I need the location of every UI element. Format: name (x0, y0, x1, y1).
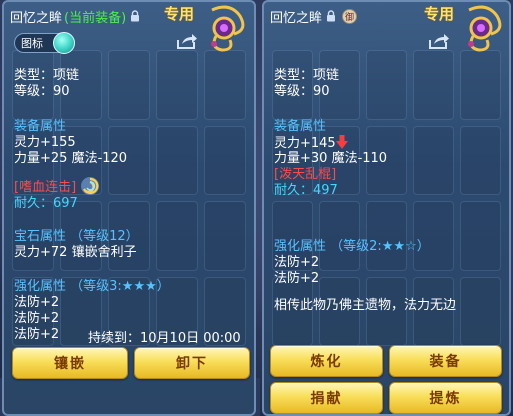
unequip-button[interactable]: 卸下 (134, 347, 250, 379)
item-level: 等级：90 (274, 84, 330, 99)
attribute-strength-magic: 力量+25 魔法-120 (14, 151, 128, 166)
description-text: 相传此物乃佛主遗物，法力无边 (274, 298, 457, 313)
enhance-line: 法防+2 (14, 311, 60, 326)
extract-button[interactable]: 提炼 (389, 382, 502, 414)
attribute-spirit: 灵力+145 (274, 136, 336, 151)
necklace-item-icon[interactable] (200, 4, 252, 56)
icon-toggle[interactable]: 图标 (14, 32, 75, 54)
exclusive-label: 专用 (164, 5, 195, 23)
item-basic-info: 类型：项链 等级：90 (14, 68, 79, 100)
gem-header: 宝石属性 （等级12） (14, 229, 139, 244)
inlay-button[interactable]: 镶嵌 (12, 347, 128, 379)
item-basic-info: 类型：项链 等级：90 (274, 68, 339, 100)
gem-line: 灵力+72 镶嵌舍利子 (14, 245, 137, 260)
refine-button[interactable]: 炼化 (270, 345, 383, 377)
current-equipment-tag: (当前装备) (64, 10, 127, 26)
toggle-knob (53, 32, 75, 54)
special-skill: [泼天乱棍] (274, 167, 337, 182)
lock-icon (131, 10, 140, 22)
item-level: 等级：90 (14, 84, 70, 99)
exclusive-label: 专用 (424, 5, 455, 23)
item-name: 回忆之眸 (270, 10, 323, 26)
down-arrow-icon (335, 135, 348, 149)
equipment-attributes: 装备属性 灵力+145 力量+30 魔法-110 [泼天乱棍] 耐久：497 (274, 119, 387, 199)
item-type: 类型：项链 (14, 68, 80, 83)
lock-icon (327, 10, 336, 22)
item-title: 回忆之眸 御 (270, 6, 358, 26)
item-description: 相传此物乃佛主遗物，法力无边 (274, 298, 456, 314)
equipment-attributes: 装备属性 灵力+155 力量+25 魔法-120 (14, 119, 127, 167)
icon-toggle-label: 图标 (21, 37, 43, 50)
share-icon[interactable] (176, 32, 198, 50)
compare-item-tooltip: 回忆之眸 御 专用 类型：项链 等级：90 装备属性 灵力+145 力量+30 … (262, 0, 511, 416)
special-skill-row: [嗜血连击] 耐久：697 (14, 176, 100, 212)
durability: 耐久：497 (274, 183, 338, 198)
enhance-header: 强化属性 （等级3:★★★） (14, 279, 170, 294)
attribute-strength-magic: 力量+30 魔法-110 (274, 151, 388, 166)
item-type: 类型：项链 (274, 68, 340, 83)
equipped-item-tooltip: 回忆之眸 (当前装备) 专用 图标 类型：项链 等级：90 装备属性 灵力+15… (2, 0, 256, 416)
special-skill: [嗜血连击] (14, 180, 77, 195)
item-name: 回忆之眸 (10, 10, 63, 26)
necklace-item-icon[interactable] (457, 4, 509, 56)
enhance-attributes: 强化属性 （等级2:★★☆） 法防+2 法防+2 (274, 239, 430, 287)
attributes-header: 装备属性 (274, 119, 327, 134)
donate-button[interactable]: 捐献 (270, 382, 383, 414)
seal-icon: 御 (342, 8, 358, 24)
duration-row: 持续到：10月10日 00:00 (88, 331, 241, 347)
durability: 耐久：697 (14, 196, 78, 211)
attribute-spirit: 灵力+155 (14, 135, 76, 150)
swirl-effect-icon (81, 177, 100, 195)
enhance-line: 法防+2 (274, 255, 320, 270)
gem-attributes: 宝石属性 （等级12） 灵力+72 镶嵌舍利子 (14, 229, 139, 261)
duration: 持续到：10月10日 00:00 (88, 331, 241, 346)
attributes-header: 装备属性 (14, 119, 67, 134)
enhance-line: 法防+2 (274, 271, 320, 286)
enhance-line: 法防+2 (14, 295, 60, 310)
enhance-header: 强化属性 （等级2:★★☆） (274, 239, 430, 254)
share-icon[interactable] (428, 32, 450, 50)
equip-button[interactable]: 装备 (389, 345, 502, 377)
item-title: 回忆之眸 (当前装备) (10, 6, 140, 26)
